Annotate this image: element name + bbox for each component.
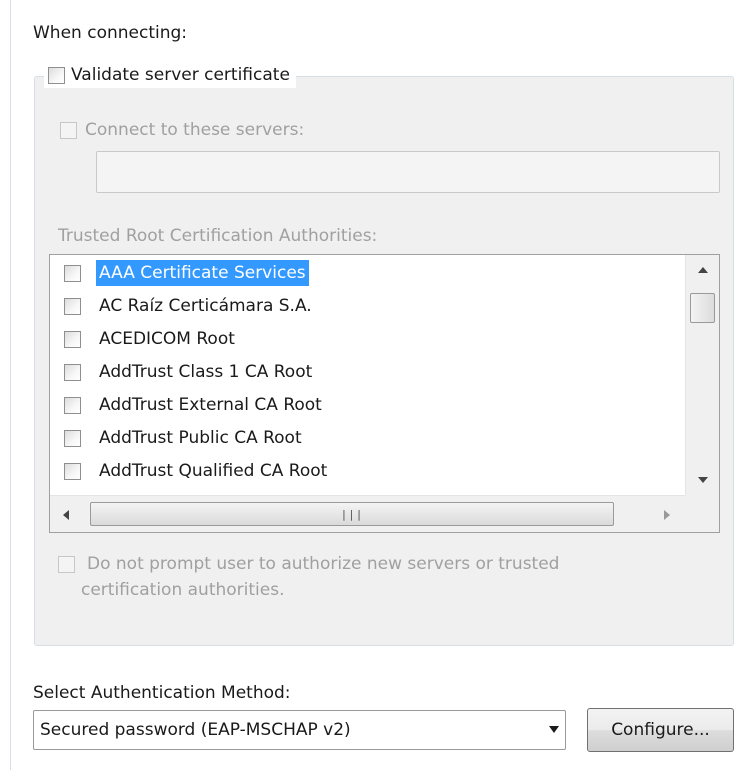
list-item-label: AAA Certificate Services	[96, 260, 309, 286]
do-not-prompt-label-line2: certification authorities.	[81, 580, 285, 600]
list-item-label: AC Raíz Certicámara S.A.	[99, 296, 312, 316]
validate-server-certificate-checkbox[interactable]: Validate server certificate	[44, 62, 296, 88]
list-item[interactable]: ACEDICOM Root	[64, 324, 238, 354]
vertical-scrollbar[interactable]	[685, 255, 719, 495]
auth-method-value: Secured password (EAP-MSCHAP v2)	[40, 720, 351, 740]
configure-button[interactable]: Configure...	[587, 708, 734, 752]
servers-input[interactable]	[96, 151, 720, 193]
list-item-label: ACEDICOM Root	[99, 329, 235, 349]
do-not-prompt-label-line1: Do not prompt user to authorize new serv…	[87, 554, 560, 574]
do-not-prompt-checkbox-box[interactable]	[58, 556, 75, 573]
list-item-label: AddTrust Qualified CA Root	[99, 461, 328, 481]
scroll-up-icon[interactable]	[698, 267, 708, 273]
list-item-checkbox[interactable]	[64, 330, 81, 348]
when-connecting-label: When connecting:	[33, 23, 188, 43]
list-item-label: AddTrust External CA Root	[99, 395, 322, 415]
list-item[interactable]: AAA Certificate Services	[64, 258, 309, 288]
validate-server-certificate-checkbox-box[interactable]	[48, 66, 65, 84]
list-item-checkbox[interactable]	[64, 297, 81, 315]
list-item-checkbox[interactable]	[64, 462, 81, 480]
trusted-root-items: AAA Certificate Services AC Raíz Certicá…	[50, 255, 680, 495]
list-item[interactable]: AddTrust Public CA Root	[64, 423, 305, 453]
trusted-root-list[interactable]: AAA Certificate Services AC Raíz Certicá…	[49, 254, 720, 533]
list-item[interactable]: AddTrust Qualified CA Root	[64, 456, 330, 486]
trusted-root-label: Trusted Root Certification Authorities:	[58, 226, 378, 246]
horizontal-scrollbar[interactable]: |||	[50, 495, 686, 532]
list-item-label: AddTrust Class 1 CA Root	[99, 362, 313, 382]
list-item-label: AddTrust Public CA Root	[99, 428, 302, 448]
auth-method-select[interactable]: Secured password (EAP-MSCHAP v2)	[33, 710, 566, 750]
list-item-checkbox[interactable]	[64, 429, 81, 447]
list-item-checkbox[interactable]	[64, 396, 81, 414]
connect-to-servers-label: Connect to these servers:	[85, 120, 305, 140]
list-item[interactable]: AC Raíz Certicámara S.A.	[64, 291, 315, 321]
horizontal-scroll-thumb[interactable]: |||	[90, 502, 614, 526]
connect-to-servers-checkbox[interactable]: Connect to these servers:	[60, 119, 304, 141]
list-item[interactable]: AddTrust Class 1 CA Root	[64, 357, 315, 387]
scroll-down-icon[interactable]	[698, 477, 708, 483]
validate-server-certificate-label: Validate server certificate	[71, 65, 290, 85]
list-item[interactable]: AddTrust External CA Root	[64, 390, 325, 420]
scroll-corner	[685, 495, 719, 532]
scroll-right-icon[interactable]	[664, 510, 670, 520]
list-item-checkbox[interactable]	[64, 264, 81, 282]
connect-to-servers-checkbox-box[interactable]	[60, 121, 77, 139]
scroll-left-icon[interactable]	[63, 510, 69, 520]
grip-icon: |||	[340, 507, 364, 521]
vertical-scroll-thumb[interactable]	[690, 293, 715, 323]
auth-method-label: Select Authentication Method:	[33, 683, 291, 703]
chevron-down-icon[interactable]	[549, 726, 559, 733]
list-item-checkbox[interactable]	[64, 363, 81, 381]
